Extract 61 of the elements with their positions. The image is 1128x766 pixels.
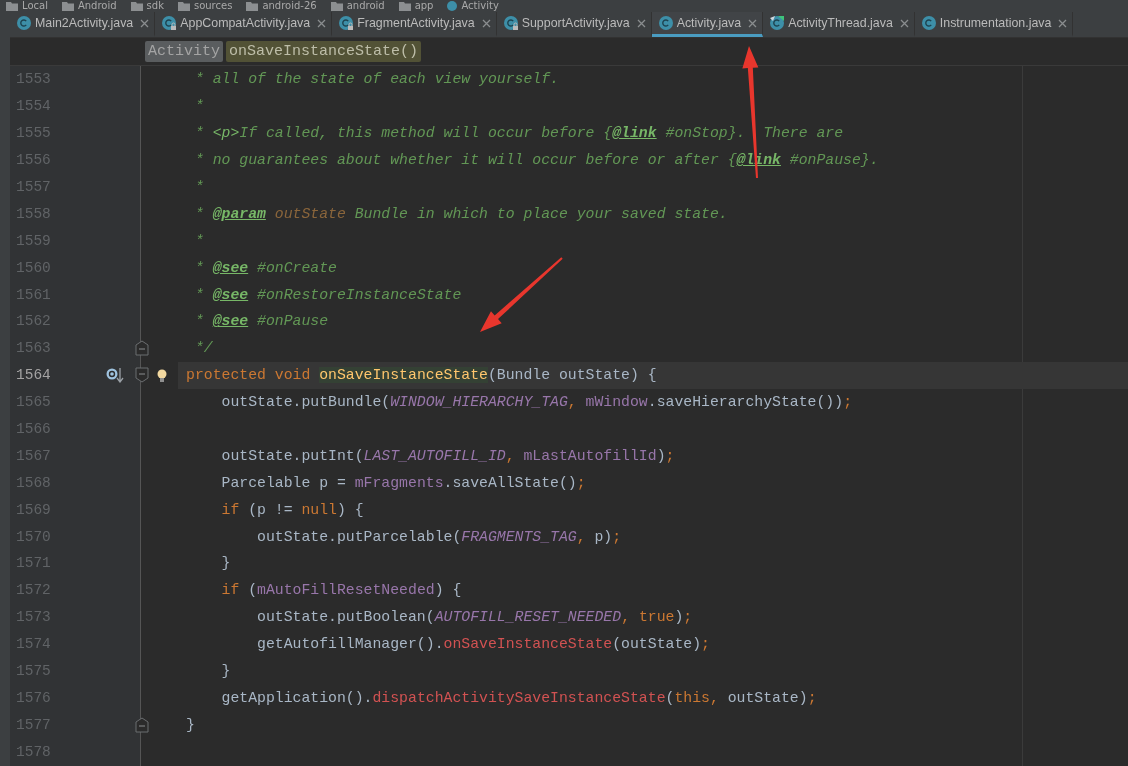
editor-tab[interactable]: AppCompatActivity.java [155, 12, 333, 37]
override-icon[interactable] [106, 367, 124, 383]
code-line: outState.putBoolean(AUTOFILL_RESET_NEEDED, true); [256, 608, 694, 628]
breadcrumb-item[interactable]: app [398, 0, 434, 12]
code-line: if (mAutoFillResetNeeded) { [220, 581, 463, 601]
code-line: * @see #onCreate [193, 258, 338, 278]
code-line: getAutofillManager().onSaveInstanceState(outState); [256, 635, 711, 655]
line-number: 1564 [15, 367, 52, 384]
editor-tab[interactable]: SupportActivity.java [496, 12, 652, 37]
code-line: outState.putBundle(WINDOW_HIERARCHY_TAG, mWindow.saveHierarchyState()); [220, 393, 853, 413]
navigation-crumb[interactable]: Activity [145, 41, 223, 62]
editor-tab[interactable]: Activity.java [651, 12, 764, 37]
code-line: * [193, 97, 205, 117]
close-icon[interactable] [899, 18, 909, 28]
breadcrumb-item[interactable]: Local [6, 0, 48, 12]
breadcrumb-item[interactable]: Android [61, 0, 117, 12]
folder-icon [6, 1, 18, 11]
code-line: } [220, 554, 232, 574]
code-line: * all of the state of each view yourself. [193, 70, 560, 90]
code-line: Parcelable p = mFragments.saveAllState(); [220, 473, 587, 493]
code-line: * [193, 178, 205, 197]
breadcrumb-item[interactable]: android [330, 0, 385, 12]
class-lock-icon [502, 15, 519, 31]
navigation-crumb[interactable]: onSaveInstanceState() [226, 41, 422, 62]
class-lock-icon [338, 15, 355, 31]
class-lock-icon [161, 15, 178, 31]
class-icon [447, 1, 458, 11]
breadcrumb-item[interactable]: Activity [447, 0, 499, 12]
code-line: * @see #onRestoreInstanceState [193, 285, 463, 305]
fold-icon[interactable] [135, 340, 149, 357]
close-icon[interactable] [481, 18, 491, 28]
close-icon[interactable] [748, 18, 758, 28]
fold-icon[interactable] [135, 367, 149, 384]
code-line: getApplication().dispatchActivitySaveInstanceState(this, outState); [220, 688, 818, 708]
class-icon [16, 15, 32, 31]
editor-tab[interactable]: Instrumentation.java [914, 12, 1074, 37]
code-line: * <p>If called, this method will occur before {@link #onStop}. There are [193, 124, 845, 144]
class-runnable-icon [769, 15, 786, 31]
editor-tab[interactable]: ActivityThread.java [763, 12, 915, 37]
breadcrumb-item[interactable]: sdk [130, 0, 164, 12]
code-line: outState.putParcelable(FRAGMENTS_TAG, p); [256, 527, 623, 547]
code-line: * @param outState Bundle in which to place your saved state. [193, 204, 729, 224]
code-line: */ [193, 339, 214, 359]
breadcrumb-item[interactable]: sources [177, 0, 233, 12]
close-icon[interactable] [317, 18, 327, 28]
code-line: if (p != null) { [220, 500, 365, 520]
class-icon [657, 15, 674, 31]
code-line: } [220, 662, 232, 682]
code-line: } [185, 715, 196, 735]
close-icon[interactable] [1058, 18, 1068, 28]
class-icon [920, 15, 937, 31]
editor-tab[interactable]: FragmentActivity.java [332, 12, 497, 37]
code-line: outState.putInt(LAST_AUTOFILL_ID, mLastAutofillId); [220, 446, 676, 466]
close-icon[interactable] [140, 18, 150, 28]
code-line: * @see #onPause [193, 312, 330, 332]
code-line: * [193, 231, 205, 251]
editor-tab[interactable]: Main2Activity.java [10, 12, 156, 37]
breadcrumb-item[interactable]: android-26 [246, 0, 317, 12]
lightbulb-icon [157, 368, 167, 382]
close-icon[interactable] [636, 18, 646, 28]
fold-icon[interactable] [135, 716, 149, 733]
